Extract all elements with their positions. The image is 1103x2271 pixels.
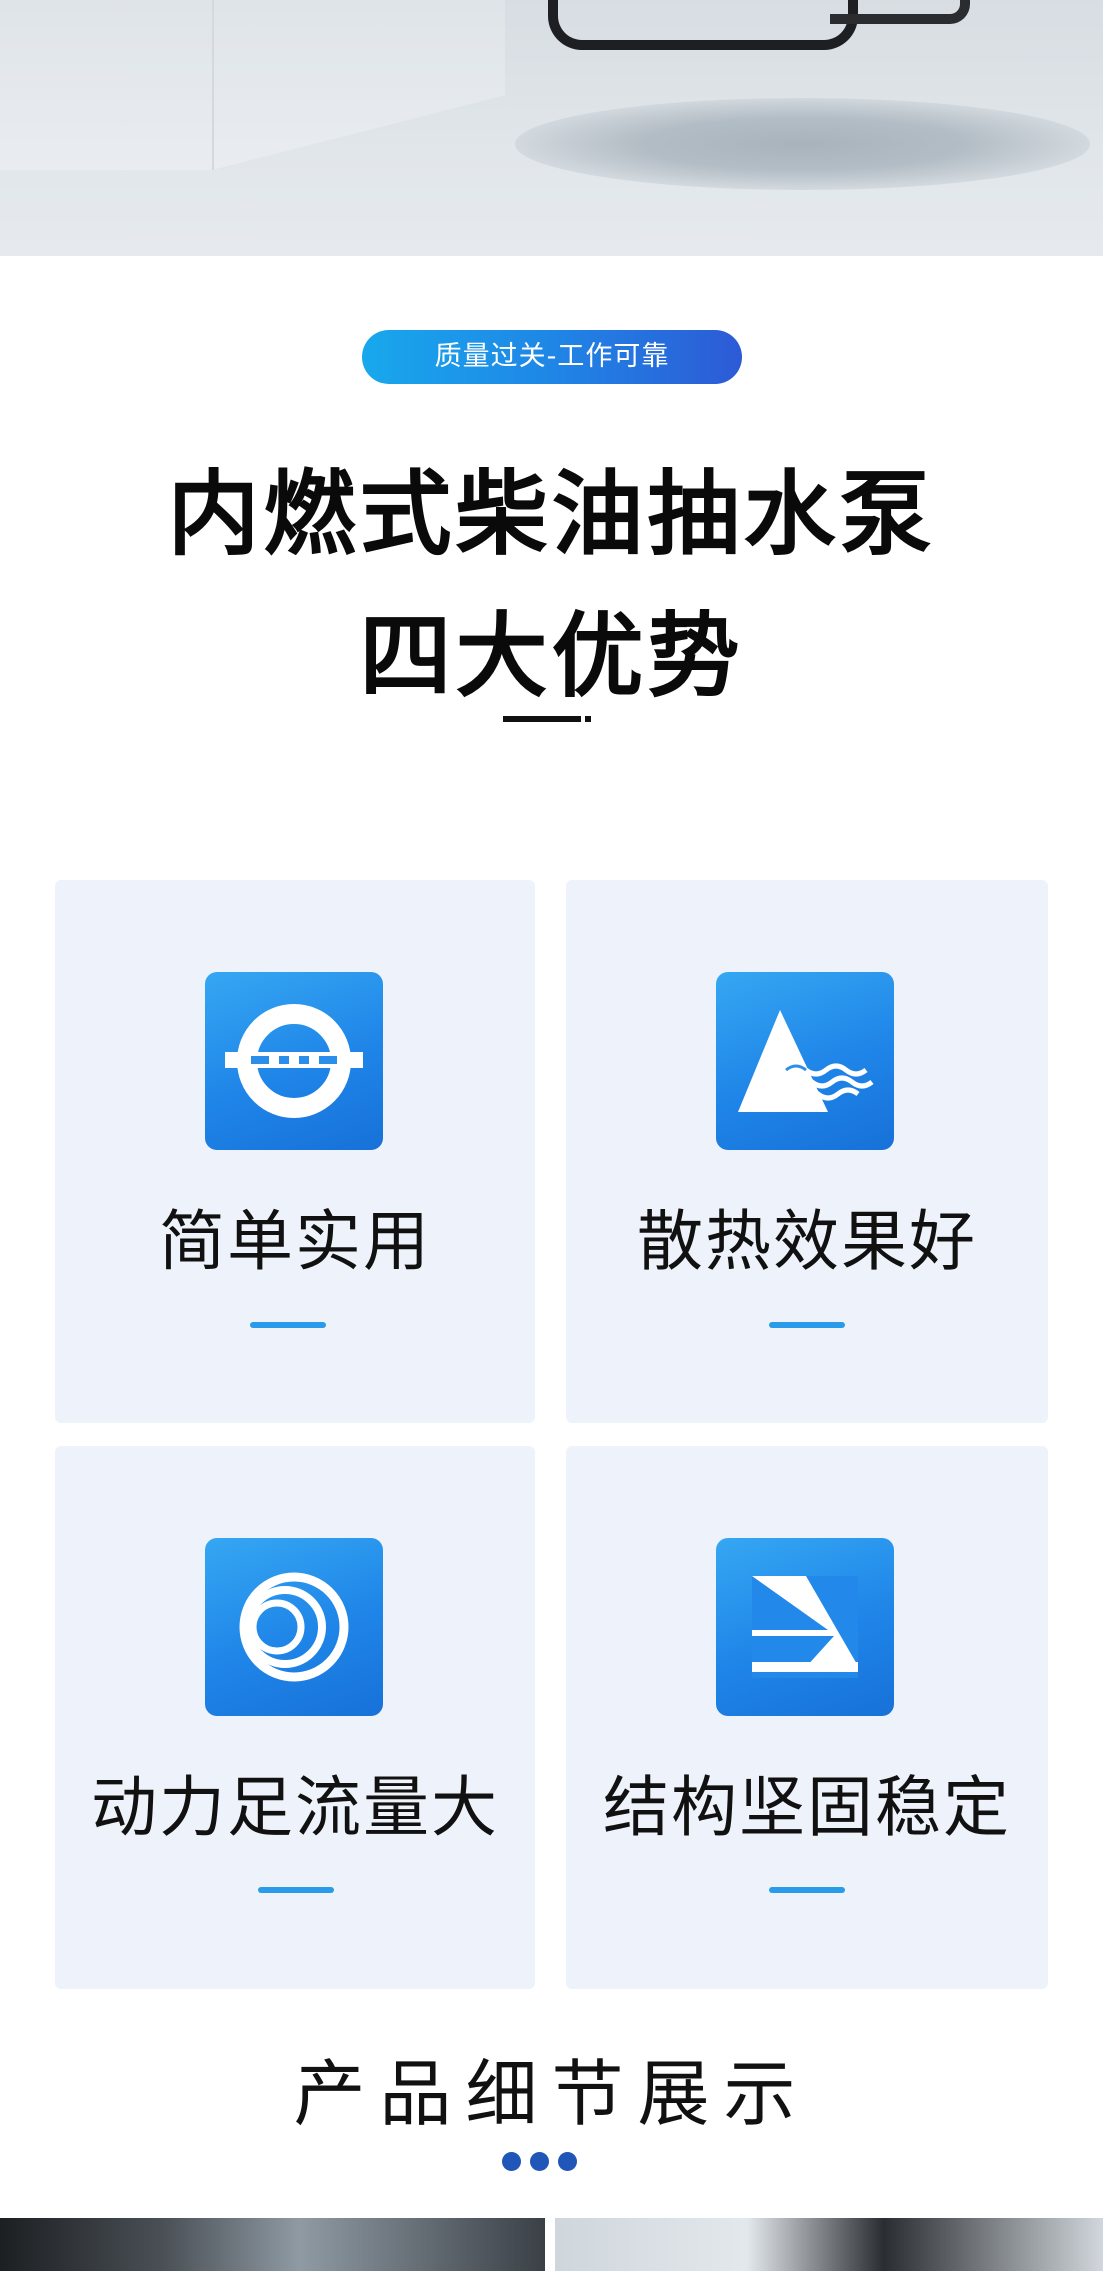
- ring-crossbar-icon: [205, 972, 383, 1150]
- headline-underline: [503, 716, 581, 722]
- feature-accent-bar: [769, 1887, 845, 1893]
- packaging-box: [0, 0, 505, 170]
- concentric-rings-icon: [205, 1538, 383, 1716]
- dot: [530, 2152, 549, 2171]
- headline-underline-dot: [585, 716, 591, 722]
- pump-frame-bar: [830, 0, 970, 24]
- pump-frame: [548, 0, 858, 50]
- detail-photo-right: [555, 2218, 1103, 2271]
- feature-card-cooling: 散热效果好: [566, 880, 1048, 1423]
- feature-label: 动力足流量大: [91, 1769, 499, 1846]
- feature-accent-bar: [250, 1322, 326, 1328]
- box-edge: [212, 0, 214, 170]
- feature-card-simple: 简单实用: [55, 880, 535, 1423]
- feature-label: 结构坚固稳定: [603, 1769, 1011, 1846]
- feature-label: 散热效果好: [637, 1203, 977, 1280]
- feature-accent-bar: [258, 1887, 334, 1893]
- headline-line2: 四大优势: [359, 603, 744, 710]
- triangle-waves-icon: [716, 972, 894, 1150]
- feature-label: 简单实用: [159, 1203, 431, 1280]
- product-detail-photos: [0, 2218, 1103, 2271]
- dot: [502, 2152, 521, 2171]
- feature-card-structure: 结构坚固稳定: [566, 1446, 1048, 1989]
- feature-card-power: 动力足流量大: [55, 1446, 535, 1989]
- headline-line1: 内燃式柴油抽水泵: [167, 461, 936, 568]
- details-title: 产品细节展示: [293, 2052, 810, 2136]
- feature-accent-bar: [769, 1322, 845, 1328]
- quality-badge: 质量过关-工作可靠: [362, 330, 742, 384]
- split-triangle-icon: [716, 1538, 894, 1716]
- product-photo-top: [0, 0, 1103, 256]
- dot: [558, 2152, 577, 2171]
- product-shadow: [515, 98, 1090, 190]
- detail-photo-left: [0, 2218, 545, 2271]
- pagination-dots: [500, 2152, 600, 2172]
